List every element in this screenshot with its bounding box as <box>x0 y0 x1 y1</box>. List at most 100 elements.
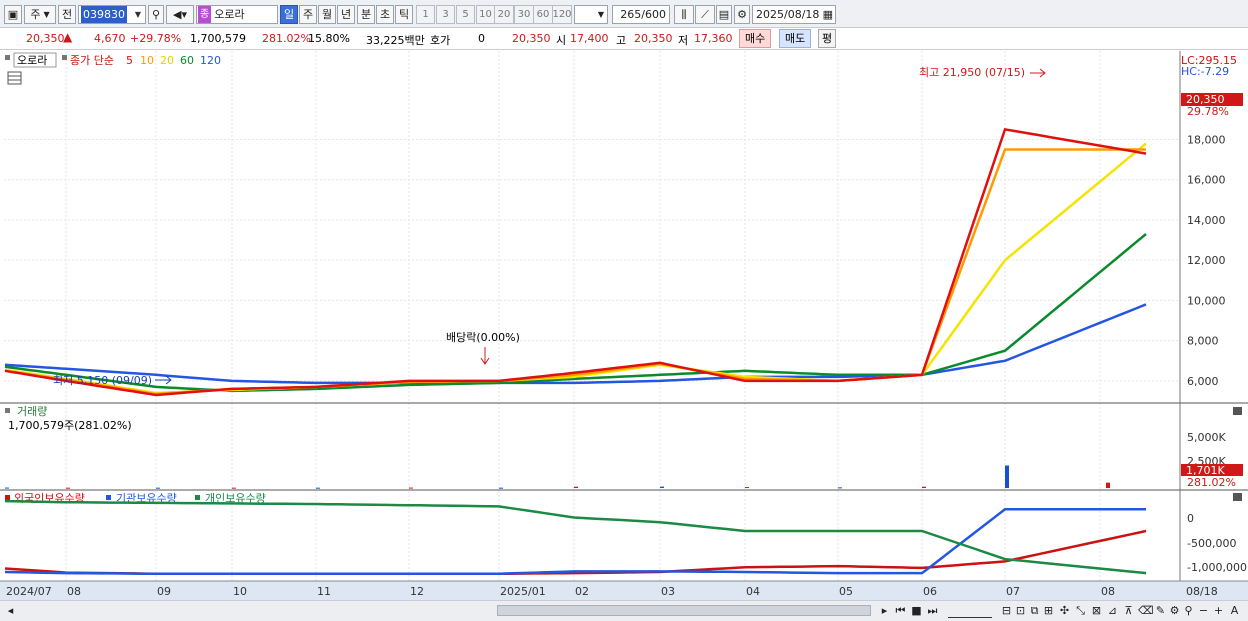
line-tool-icon[interactable]: ⟋ <box>695 5 715 24</box>
market-label: 주 <box>30 8 41 21</box>
quote-bar: 20,350 ▲ 4,670 +29.78% 1,700,579 281.02%… <box>0 28 1248 50</box>
current-price: 20,350 <box>26 32 65 45</box>
price-change-pct: +29.78% <box>130 32 182 45</box>
stock-code-input[interactable]: 039830 ▼ <box>78 5 146 24</box>
volume-bar <box>922 486 926 488</box>
scroll-left-icon[interactable]: ◂ <box>4 603 17 618</box>
stock-chart[interactable]: 오로라 종가 단순 5 10 20 60 120 6,0008,00010,00… <box>0 51 1248 600</box>
interval-60[interactable]: 60 <box>533 5 553 24</box>
panel-close-icon[interactable] <box>1233 493 1242 501</box>
speaker-icon[interactable]: ◀▾ <box>166 5 194 24</box>
count-value: 265 <box>620 8 642 21</box>
volume-bar <box>745 487 749 489</box>
font-size-icon[interactable]: A <box>1228 603 1241 618</box>
interval-input[interactable]: ▼ <box>574 5 608 24</box>
interval-1[interactable]: 1 <box>416 5 435 24</box>
table-icon[interactable] <box>7 71 22 85</box>
chevron-down-icon: ▼ <box>597 10 604 19</box>
open-label: 시 <box>556 34 567 47</box>
count-input[interactable]: 265/600 <box>612 5 670 24</box>
legend-marker <box>195 495 200 500</box>
panel-close-icon[interactable] <box>1233 407 1242 415</box>
volume-pct-text: 281.02% <box>1187 476 1236 489</box>
zoom-out-icon[interactable]: ⊟ <box>1000 603 1013 618</box>
stop-icon[interactable]: ■ <box>910 603 923 618</box>
panel-marker-icon <box>62 55 67 60</box>
scroll-right-icon[interactable]: ▸ <box>878 603 891 618</box>
eraser-icon[interactable]: ⌫ <box>1138 603 1154 618</box>
plus-icon[interactable]: + <box>1212 603 1225 618</box>
chevron-down-icon[interactable]: ▼ <box>133 6 143 23</box>
scroll-thumb[interactable] <box>497 605 871 616</box>
pencil-icon[interactable]: ✎ <box>1154 603 1167 618</box>
scroll-bar: ◂ ▸ ⏮ ■ ⏭ ⊟ ⊡ ⧉ ⊞ ✣ ⤡ ⊠ ⊿ ⊼ ⌫ ✎ ⚙ ⚲ − + … <box>0 600 1248 621</box>
volume-bar <box>574 486 578 488</box>
trend-icon[interactable]: ⤡ <box>1074 603 1087 618</box>
search-icon[interactable]: ⚲ <box>148 5 164 24</box>
panel-marker-icon <box>5 55 10 60</box>
text-tool-icon[interactable]: ⊿ <box>1106 603 1119 618</box>
x-axis-label: 2025/01 <box>500 585 546 598</box>
stock-name: 오로라 <box>214 8 245 21</box>
interval-5[interactable]: 5 <box>456 5 475 24</box>
x-axis-label: 07 <box>1006 585 1020 598</box>
hc-label: HC:-7.29 <box>1181 65 1229 78</box>
open-price: 17,400 <box>570 32 609 45</box>
period-week[interactable]: 주 <box>299 5 317 24</box>
save-icon[interactable]: ▤ <box>716 5 732 24</box>
candle-icon[interactable]: ⫼ <box>674 5 694 24</box>
dividend-annotation: 배당락(0.00%) <box>446 331 520 344</box>
volume-bar <box>316 487 320 489</box>
market-select[interactable]: 주 ▼ <box>24 5 56 24</box>
x-axis-label: 04 <box>746 585 760 598</box>
interval-30[interactable]: 30 <box>514 5 534 24</box>
low-price: 17,360 <box>694 32 733 45</box>
x-axis-label: 09 <box>157 585 171 598</box>
interval-10[interactable]: 10 <box>476 5 495 24</box>
window-icon[interactable]: ⊡ <box>1014 603 1027 618</box>
volume-title: 거래량 <box>17 405 47 418</box>
period-month[interactable]: 월 <box>318 5 336 24</box>
period-tick[interactable]: 틱 <box>395 5 413 24</box>
resize-icon[interactable]: ⊞ <box>1042 603 1055 618</box>
fast-forward-icon[interactable]: ⏭ <box>926 603 939 618</box>
crosshair-icon[interactable]: ✣ <box>1058 603 1071 618</box>
average-button[interactable]: 평 <box>818 29 837 48</box>
rewind-icon[interactable]: ⏮ <box>894 603 907 618</box>
magnifier-icon[interactable]: ⚲ <box>1182 603 1195 618</box>
sell-button[interactable]: 매도 <box>779 29 812 48</box>
x-axis-label: 03 <box>661 585 675 598</box>
period-minute[interactable]: 분 <box>357 5 375 24</box>
toolbar: ▣ 주 ▼ 전 039830 ▼ ⚲ ◀▾ 종 오로라 일 주 월 년 분 초 틱 … <box>0 0 1248 28</box>
gear-icon[interactable]: ⚙ <box>734 5 750 24</box>
date-input[interactable]: 2025/08/18 ▦ <box>752 5 836 24</box>
stock-code-value: 039830 <box>81 6 127 23</box>
period-second[interactable]: 초 <box>376 5 394 24</box>
fib-icon[interactable]: ⊼ <box>1122 603 1135 618</box>
stock-name-field[interactable]: 종 오로라 <box>196 5 278 24</box>
restore-icon[interactable]: ⧉ <box>1028 603 1041 618</box>
quote-price: 20,350 <box>512 32 551 45</box>
x-axis-last-label: 08/18 <box>1186 585 1218 598</box>
measure-icon[interactable]: ⊠ <box>1090 603 1103 618</box>
prev-button[interactable]: 전 <box>58 5 76 24</box>
settings-icon[interactable]: ⚙ <box>1168 603 1181 618</box>
zoom-slider[interactable] <box>948 603 992 618</box>
price-tick: 8,000 <box>1187 335 1219 348</box>
x-axis-label: 2024/07 <box>6 585 52 598</box>
high-label: 고 <box>616 34 627 47</box>
price-tick: 12,000 <box>1187 254 1226 267</box>
period-day[interactable]: 일 <box>280 5 298 24</box>
period-month-label: 월 <box>321 8 333 21</box>
period-year[interactable]: 년 <box>337 5 355 24</box>
buy-button[interactable]: 매수 <box>739 29 772 48</box>
interval-120[interactable]: 120 <box>552 5 572 24</box>
ma120-label: 120 <box>200 54 221 67</box>
calendar-icon[interactable]: ▦ <box>823 6 833 23</box>
interval-20[interactable]: 20 <box>494 5 514 24</box>
volume: 1,700,579 <box>190 32 246 45</box>
minus-icon[interactable]: − <box>1197 603 1210 618</box>
layout-icon[interactable]: ▣ <box>4 5 22 24</box>
interval-3[interactable]: 3 <box>436 5 455 24</box>
low-annotation: 최저 5,150 (09/09) <box>53 374 152 387</box>
